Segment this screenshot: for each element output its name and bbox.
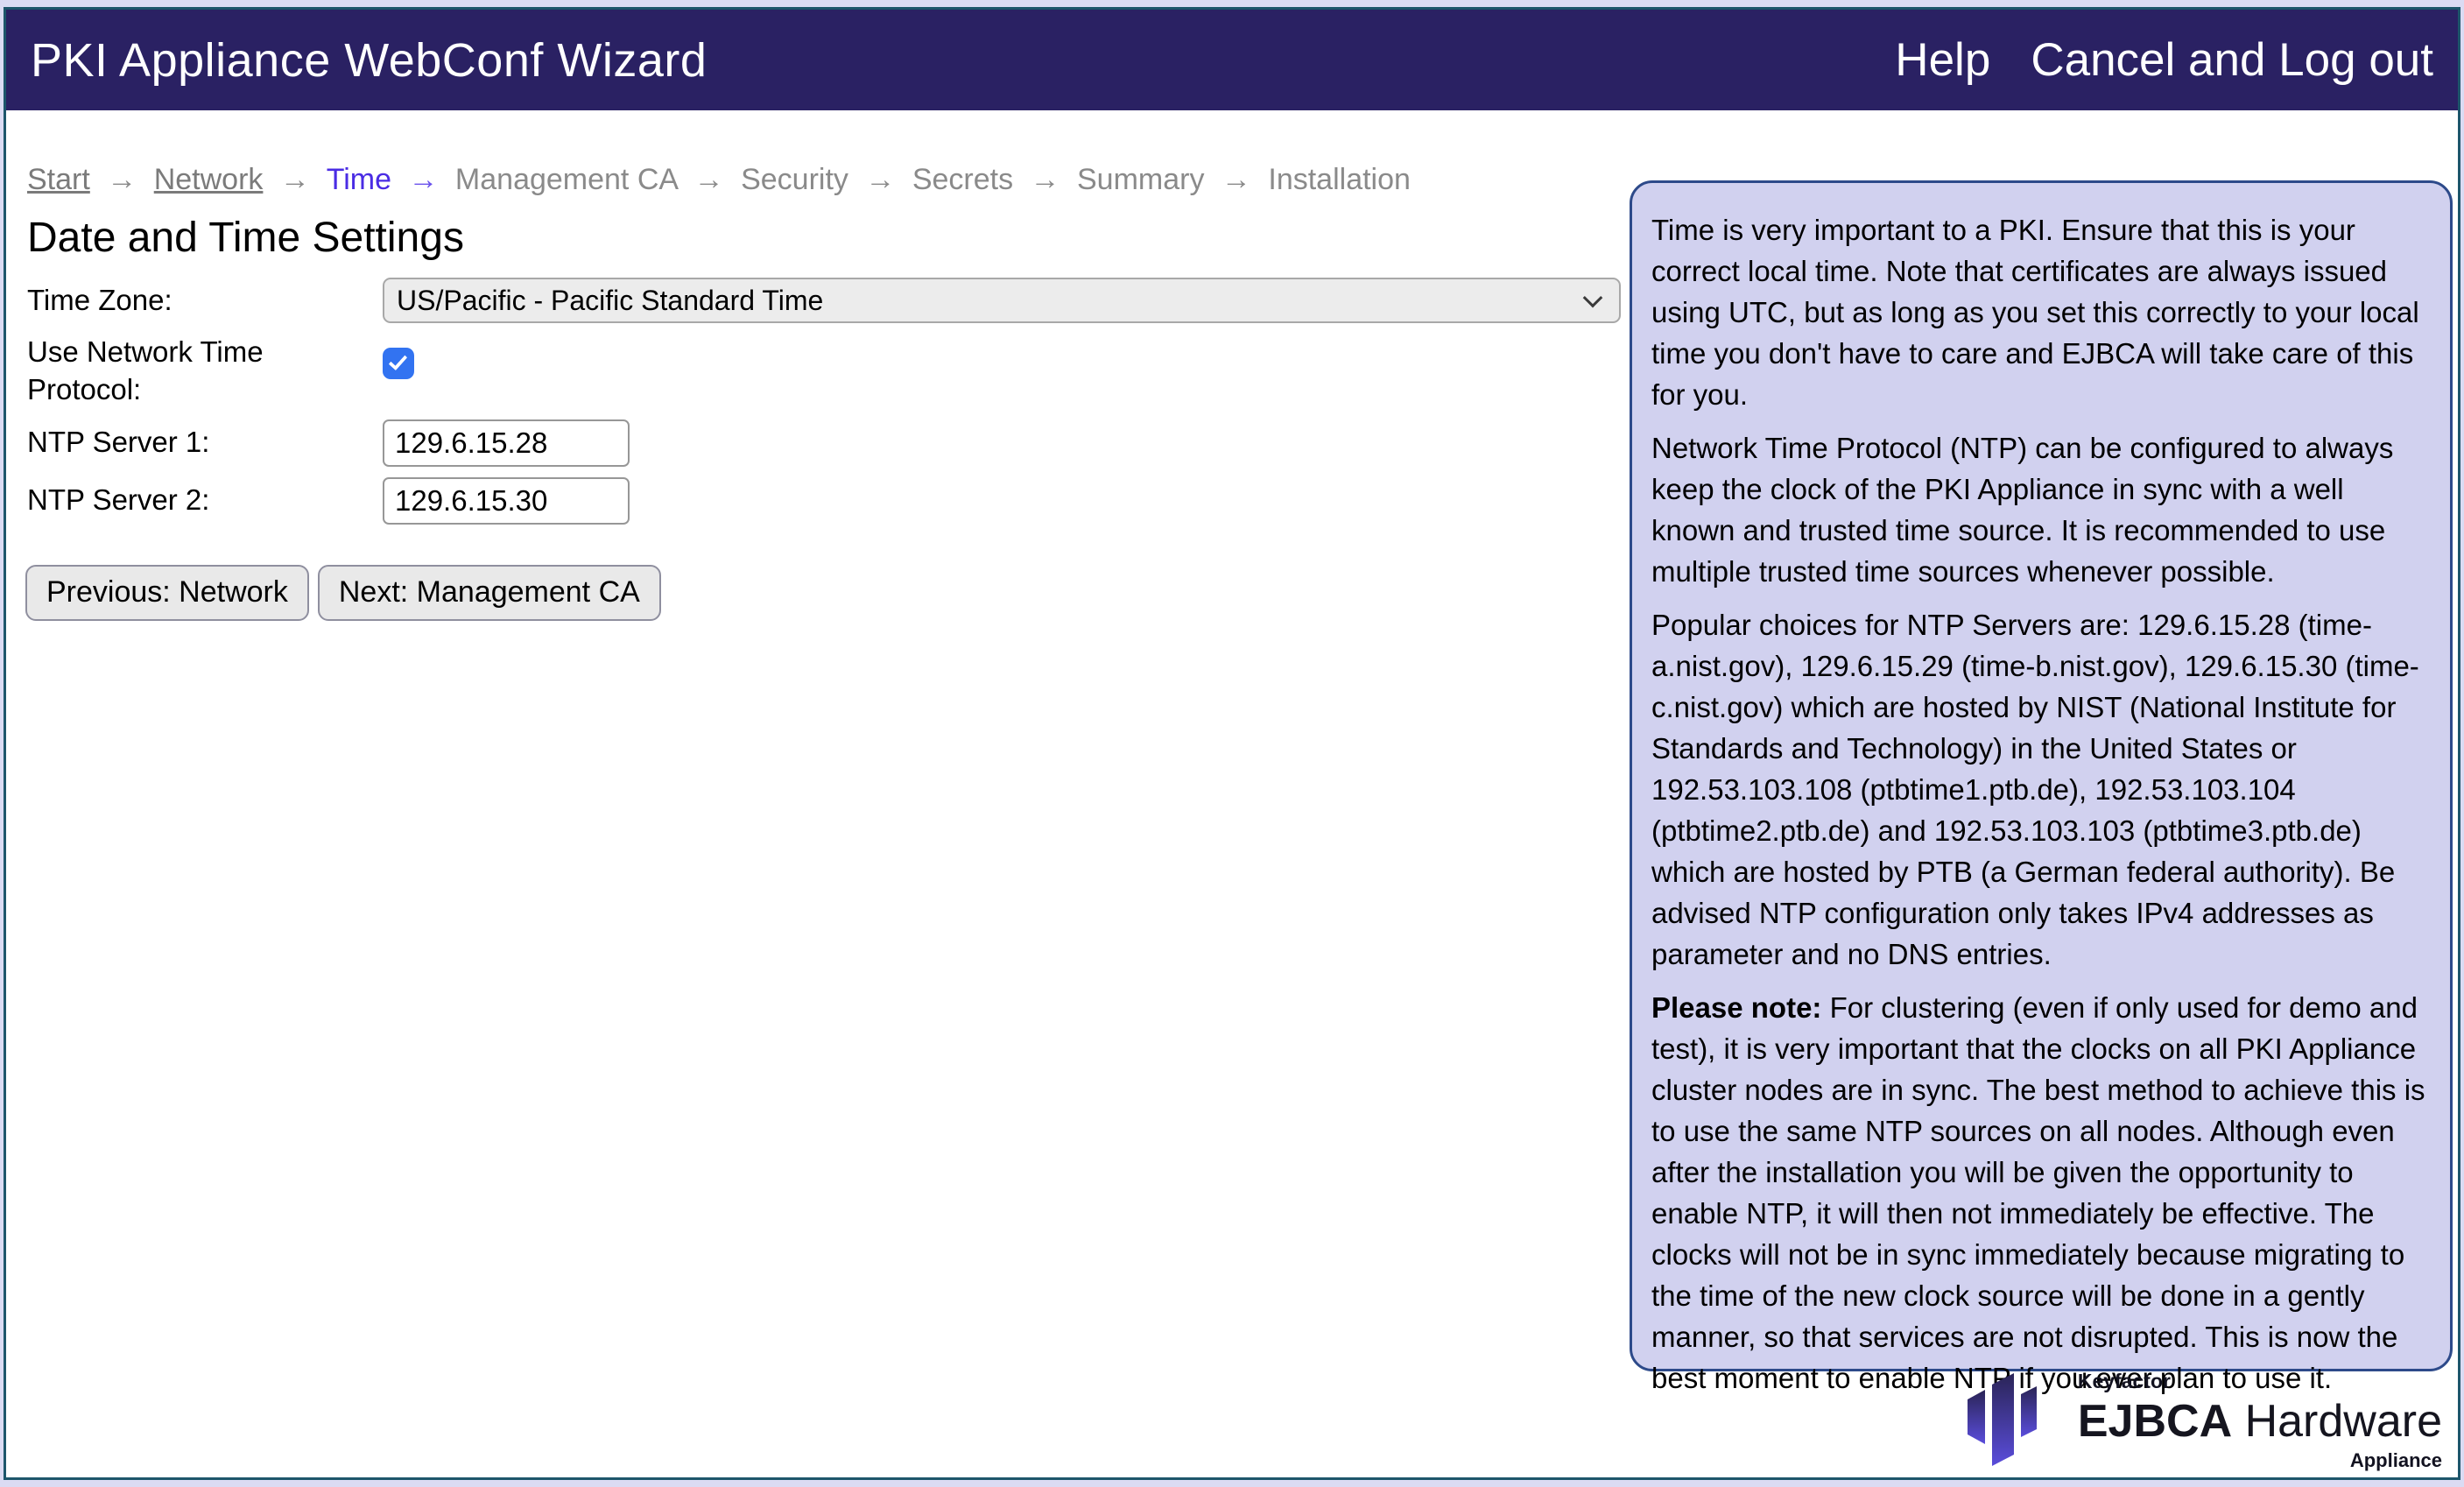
- logo-main-label: EJBCA Hardware: [2078, 1396, 2442, 1447]
- note-prefix: Please note:: [1651, 991, 1821, 1024]
- ntp-server-2-input[interactable]: [383, 477, 630, 525]
- breadcrumb-item-management-ca: Management CA: [455, 163, 677, 196]
- next-button[interactable]: Next: Management CA: [318, 565, 661, 621]
- help-panel: Time is very important to a PKI. Ensure …: [1630, 180, 2453, 1371]
- logo-text: Keyfactor EJBCA Hardware Appliance: [2078, 1370, 2442, 1469]
- ntp-server-1-label: NTP Server 1:: [27, 424, 383, 462]
- breadcrumb-separator: →: [280, 163, 310, 196]
- help-link[interactable]: Help: [1895, 33, 1990, 87]
- breadcrumb-separator: →: [1221, 163, 1251, 196]
- timezone-select-wrap: US/Pacific - Pacific Standard Time: [383, 278, 1621, 323]
- header-links: Help Cancel and Log out: [1895, 33, 2433, 87]
- help-paragraph: Time is very important to a PKI. Ensure …: [1651, 209, 2429, 415]
- breadcrumb-separator: →: [694, 163, 724, 196]
- breadcrumb-item-secrets: Secrets: [912, 163, 1013, 196]
- checkmark-icon: [389, 351, 408, 370]
- breadcrumb-item-start[interactable]: Start: [27, 163, 90, 196]
- breadcrumb-separator: →: [408, 163, 438, 196]
- breadcrumb-separator: →: [865, 163, 895, 196]
- ntp-server-1-input[interactable]: [383, 419, 630, 467]
- breadcrumb-separator: →: [107, 163, 137, 196]
- breadcrumb-separator: →: [1031, 163, 1060, 196]
- help-paragraph: Please note: For clustering (even if onl…: [1651, 987, 2429, 1399]
- ntp-checkbox[interactable]: [383, 348, 414, 379]
- help-paragraph: Popular choices for NTP Servers are: 129…: [1651, 604, 2429, 975]
- breadcrumb-item-time: Time: [327, 163, 391, 196]
- page-frame: PKI Appliance WebConf Wizard Help Cancel…: [4, 7, 2460, 1480]
- breadcrumb-item-security: Security: [741, 163, 848, 196]
- app-title: PKI Appliance WebConf Wizard: [31, 33, 707, 88]
- ntp-checkbox-label: Use Network Time Protocol:: [27, 334, 383, 409]
- app-header: PKI Appliance WebConf Wizard Help Cancel…: [6, 10, 2458, 110]
- timezone-label: Time Zone:: [27, 282, 383, 320]
- timezone-select[interactable]: US/Pacific - Pacific Standard Time: [383, 278, 1621, 323]
- note-body: For clustering (even if only used for de…: [1651, 991, 2425, 1394]
- keyfactor-logo-icon: [1968, 1373, 2055, 1466]
- ejbca-logo: Keyfactor EJBCA Hardware Appliance: [1968, 1370, 2442, 1469]
- breadcrumb-item-installation: Installation: [1268, 163, 1411, 196]
- logo-hardware-label: Hardware: [2245, 1396, 2442, 1447]
- logo-appliance-label: Appliance: [2350, 1449, 2442, 1472]
- ntp-server-2-label: NTP Server 2:: [27, 482, 383, 519]
- previous-button[interactable]: Previous: Network: [25, 565, 309, 621]
- breadcrumb-item-network[interactable]: Network: [154, 163, 264, 196]
- logo-ejbca-label: EJBCA: [2078, 1396, 2232, 1447]
- breadcrumb-item-summary: Summary: [1077, 163, 1204, 196]
- logo-keyfactor-label: Keyfactor: [2078, 1370, 2442, 1393]
- help-paragraph: Network Time Protocol (NTP) can be confi…: [1651, 427, 2429, 592]
- cancel-logout-link[interactable]: Cancel and Log out: [2031, 33, 2433, 87]
